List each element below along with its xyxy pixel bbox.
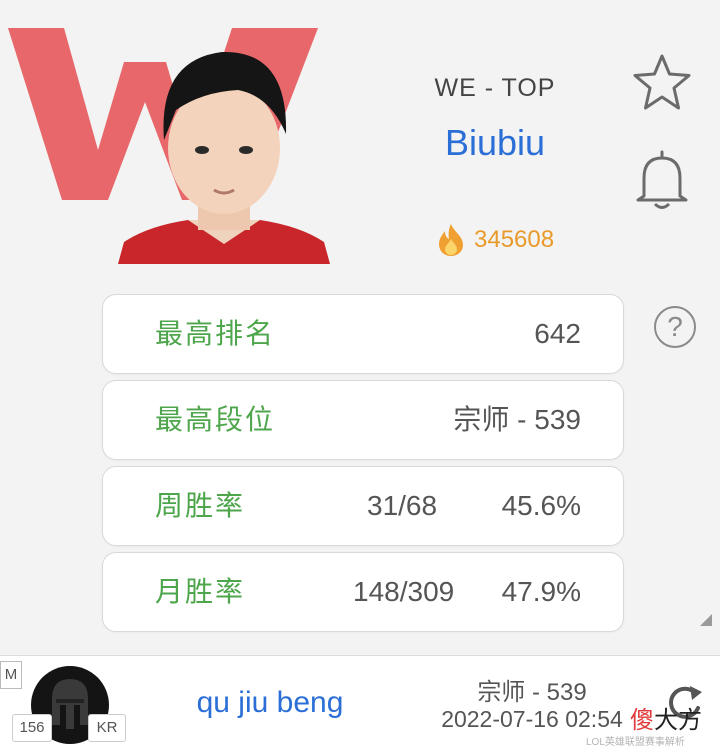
player-name: Biubiu xyxy=(444,122,546,163)
account-timestamp: 2022-07-16 02:54 xyxy=(441,706,623,732)
level-tag: 156 xyxy=(12,714,52,742)
team-role-label: WE - TOP xyxy=(434,74,556,102)
fire-icon xyxy=(439,224,463,256)
heat-indicator: 345608 xyxy=(436,222,554,258)
watermark-text: LOL英雄联盟赛事解析 xyxy=(586,737,685,748)
stat-label: 月胜率 xyxy=(155,576,246,607)
region-tag: KR xyxy=(88,714,126,742)
stat-card-monthly-winrate: 月胜率 148/309 47.9% xyxy=(102,552,624,632)
stat-label: 周胜率 xyxy=(155,490,246,521)
stat-count: 148/309 xyxy=(353,576,455,607)
star-icon[interactable] xyxy=(631,52,693,114)
stat-card-weekly-winrate: 周胜率 31/68 45.6% xyxy=(102,466,624,546)
stat-card-highest-rank: 最高排名 642 xyxy=(102,294,624,374)
scroll-indicator xyxy=(700,614,712,626)
account-name-link[interactable]: qu jiu beng xyxy=(180,686,360,720)
stat-value: 47.9% xyxy=(501,576,581,607)
mode-badge: M xyxy=(0,661,22,689)
help-button[interactable]: ? xyxy=(654,306,696,348)
stat-value: 宗师 - 539 xyxy=(453,404,581,435)
player-photo xyxy=(118,51,330,264)
stat-value: 642 xyxy=(534,318,581,349)
stat-count: 31/68 xyxy=(367,490,438,521)
question-icon: ? xyxy=(667,311,683,342)
stat-label: 最高排名 xyxy=(155,318,276,349)
account-rank: 宗师 - 539 xyxy=(477,679,587,706)
stat-label: 最高段位 xyxy=(155,404,276,435)
stat-value: 45.6% xyxy=(501,490,581,521)
player-profile-page: WE - TOP Biubiu 345608 ? 最高排名 642 最高段位 宗… xyxy=(0,0,720,754)
watermark-logo: 傻大方 xyxy=(630,707,702,734)
bell-icon[interactable] xyxy=(633,148,691,212)
heat-value: 345608 xyxy=(474,226,555,253)
stat-card-highest-tier: 最高段位 宗师 - 539 xyxy=(102,380,624,460)
